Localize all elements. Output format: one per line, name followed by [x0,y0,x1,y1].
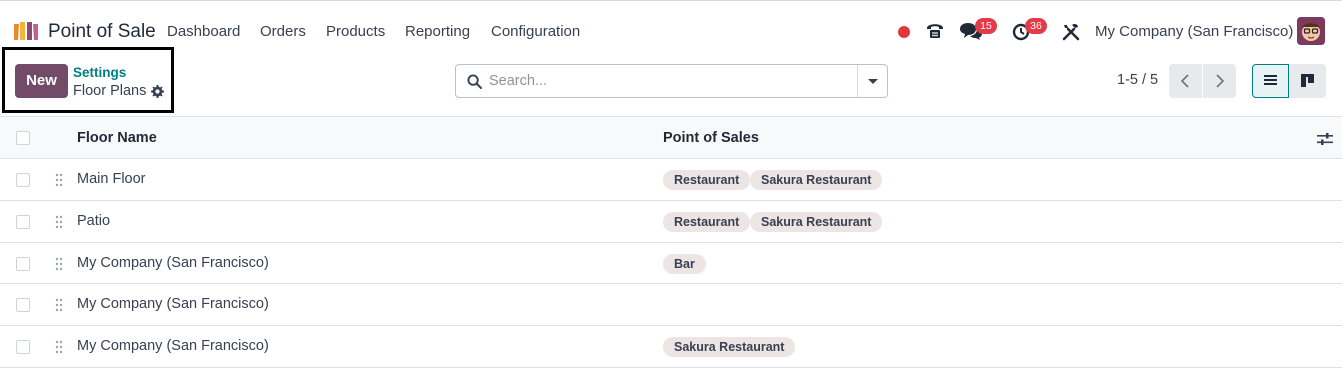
nav-configuration[interactable]: Configuration [491,23,580,40]
chevron-left-icon [1180,74,1189,88]
table-row[interactable]: Patio Restaurant Sakura Restaurant [0,201,1342,243]
list-view-icon [1264,75,1277,85]
row-checkbox[interactable] [16,257,30,271]
table-row[interactable]: My Company (San Francisco) Bar [0,243,1342,284]
drag-handle-icon[interactable] [55,340,63,354]
pager-previous-button[interactable] [1169,64,1202,98]
table-row[interactable]: My Company (San Francisco) Sakura Restau… [0,326,1342,368]
search-bar[interactable] [455,64,888,98]
search-options-toggle[interactable] [857,65,888,97]
breadcrumb-current: Floor Plans [73,83,147,99]
table-row[interactable]: Main Floor Restaurant Sakura Restaurant [0,159,1342,201]
column-header-point-of-sales[interactable]: Point of Sales [663,130,759,146]
pos-app-icon[interactable] [12,20,40,42]
avatar-face-icon [1297,17,1325,45]
optional-columns-icon[interactable] [1317,132,1333,146]
chevron-down-icon [868,79,878,84]
row-checkbox[interactable] [16,298,30,312]
activities-badge: 36 [1025,18,1047,34]
floor-name[interactable]: My Company (San Francisco) [77,255,269,271]
drag-handle-icon[interactable] [55,257,63,271]
debug-tools-icon[interactable] [1062,23,1080,41]
nav-reporting[interactable]: Reporting [405,23,470,40]
top-navbar: Point of Sale Dashboard Orders Products … [0,0,1342,63]
floor-name[interactable]: My Company (San Francisco) [77,296,269,312]
nav-products[interactable]: Products [326,23,385,40]
status-dot-icon[interactable] [897,25,911,39]
pos-tag: Bar [663,254,706,274]
floor-name[interactable]: Main Floor [77,171,146,187]
company-switcher[interactable]: My Company (San Francisco) [1095,23,1293,40]
new-button[interactable]: New [15,64,68,98]
table-row[interactable]: My Company (San Francisco) [0,284,1342,326]
kanban-view-icon [1301,74,1314,87]
list-view-button[interactable] [1252,64,1289,98]
select-all-checkbox[interactable] [16,131,30,145]
floor-name[interactable]: Patio [77,213,110,229]
pager-value[interactable]: 1-5 / 5 [1117,72,1158,88]
gear-icon[interactable] [151,85,164,98]
nav-orders[interactable]: Orders [260,23,306,40]
phone-icon[interactable] [925,20,945,40]
row-checkbox[interactable] [16,340,30,354]
search-input[interactable] [489,67,849,95]
drag-handle-icon[interactable] [55,173,63,187]
app-name[interactable]: Point of Sale [48,21,156,43]
column-header-floor-name[interactable]: Floor Name [77,130,157,146]
pos-tag: Restaurant [663,170,751,190]
messages-badge: 15 [975,18,997,34]
chevron-right-icon [1216,74,1225,88]
row-checkbox[interactable] [16,173,30,187]
user-avatar[interactable] [1297,17,1325,45]
pos-tag: Sakura Restaurant [750,170,883,190]
nav-dashboard[interactable]: Dashboard [167,23,240,40]
drag-handle-icon[interactable] [55,298,63,312]
pos-tag: Restaurant [663,212,751,232]
kanban-view-button[interactable] [1289,64,1326,98]
drag-handle-icon[interactable] [55,215,63,229]
floor-name[interactable]: My Company (San Francisco) [77,338,269,354]
row-checkbox[interactable] [16,215,30,229]
table-header: Floor Name Point of Sales [0,116,1342,159]
breadcrumb-settings[interactable]: Settings [73,65,126,80]
pos-tag: Sakura Restaurant [750,212,883,232]
pos-tag: Sakura Restaurant [663,337,796,357]
search-icon [467,74,482,89]
pager-next-button[interactable] [1203,64,1236,98]
